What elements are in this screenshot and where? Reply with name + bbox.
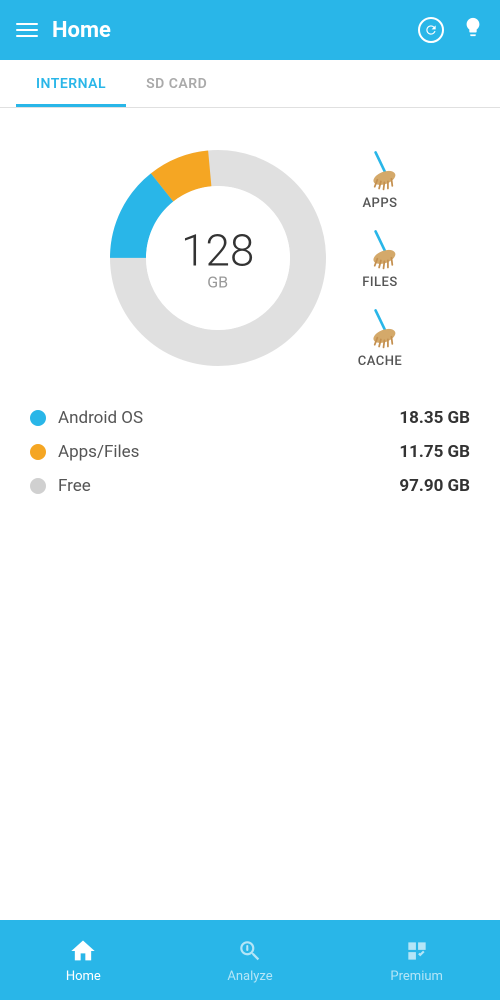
page-title: Home — [52, 18, 111, 43]
legend-apps-files: Apps/Files 11.75 GB — [30, 442, 470, 462]
legend-android-os-left: Android OS — [30, 408, 143, 428]
apps-button[interactable]: APPS — [358, 148, 402, 211]
menu-icon[interactable] — [16, 23, 38, 37]
android-os-name: Android OS — [58, 408, 143, 428]
nav-analyze-label: Analyze — [227, 969, 272, 984]
cache-button[interactable]: CACHE — [358, 306, 403, 369]
tab-sdcard[interactable]: SD CARD — [126, 60, 227, 107]
header-left: Home — [16, 18, 111, 43]
cache-label: CACHE — [358, 354, 403, 369]
free-dot — [30, 478, 46, 494]
bottom-nav: Home Analyze Premium — [0, 920, 500, 1000]
legend-android-os: Android OS 18.35 GB — [30, 408, 470, 428]
legend-free: Free 97.90 GB — [30, 476, 470, 496]
apps-files-dot — [30, 444, 46, 460]
nav-premium[interactable]: Premium — [333, 937, 500, 984]
files-label: FILES — [362, 275, 398, 290]
refresh-button[interactable] — [418, 17, 444, 43]
premium-icon — [403, 937, 431, 965]
free-value: 97.90 GB — [399, 476, 470, 496]
apps-files-name: Apps/Files — [58, 442, 139, 462]
nav-home[interactable]: Home — [0, 937, 167, 984]
files-button[interactable]: FILES — [358, 227, 402, 290]
storage-value: 128 — [181, 225, 254, 277]
android-os-value: 18.35 GB — [399, 408, 470, 428]
main-content: 128 GB APPS — [0, 108, 500, 916]
header: Home — [0, 0, 500, 60]
home-icon — [69, 937, 97, 965]
nav-home-label: Home — [66, 969, 101, 984]
analyze-icon — [236, 937, 264, 965]
nav-analyze[interactable]: Analyze — [167, 937, 334, 984]
nav-premium-label: Premium — [390, 969, 443, 984]
side-icons: APPS FILES — [358, 148, 403, 369]
donut-chart: 128 GB — [98, 138, 338, 378]
android-os-dot — [30, 410, 46, 426]
apps-label: APPS — [362, 196, 397, 211]
legend-free-left: Free — [30, 476, 91, 496]
header-icons — [418, 16, 484, 44]
tabs: INTERNAL SD CARD — [0, 60, 500, 108]
legend-apps-files-left: Apps/Files — [30, 442, 139, 462]
apps-files-value: 11.75 GB — [399, 442, 470, 462]
chart-area: 128 GB APPS — [0, 108, 500, 398]
lightbulb-button[interactable] — [462, 16, 484, 44]
legend: Android OS 18.35 GB Apps/Files 11.75 GB … — [0, 398, 500, 506]
donut-center: 128 GB — [181, 225, 254, 292]
free-name: Free — [58, 476, 91, 496]
tab-internal[interactable]: INTERNAL — [16, 60, 126, 107]
